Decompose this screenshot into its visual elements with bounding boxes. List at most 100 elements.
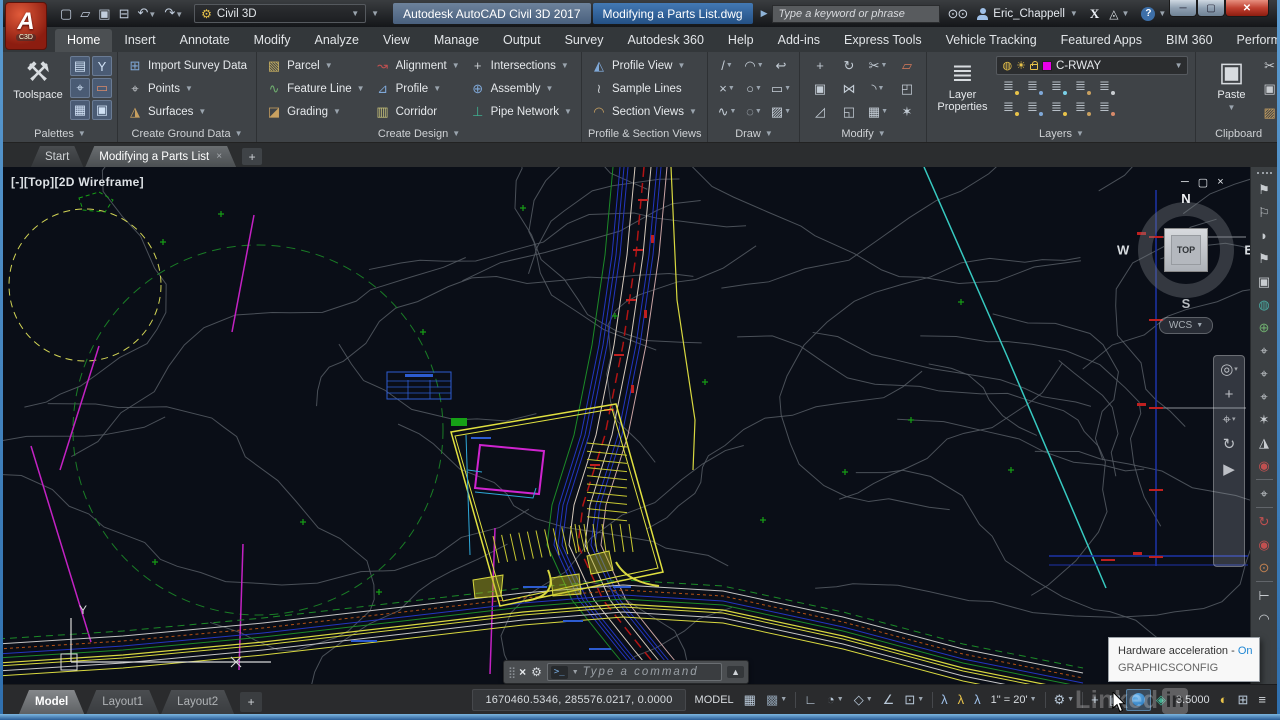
markup-icon[interactable]: ▣: [92, 100, 112, 120]
box3d-icon[interactable]: ◰: [892, 77, 921, 100]
marker-red-icon[interactable]: ◉: [1258, 533, 1269, 556]
workspace-dropdown[interactable]: ⚙ Civil 3D ▼: [194, 4, 367, 23]
geolocation-globe-icon[interactable]: ⊕: [1259, 316, 1270, 339]
ellipse-icon[interactable]: ◌ ▼: [740, 100, 767, 123]
ribbon-tab-vehicle-tracking[interactable]: Vehicle Tracking: [934, 29, 1049, 52]
viewcube-north[interactable]: N: [1181, 191, 1190, 206]
undo-icon-chevron[interactable]: ▼: [148, 10, 156, 19]
draw-panel-label[interactable]: Draw ▼: [708, 125, 799, 142]
layer-thaw-icon[interactable]: ≣: [1044, 96, 1068, 117]
rectangle-icon[interactable]: ▭ ▼: [767, 77, 794, 100]
revision-cloud-icon[interactable]: ↩: [767, 54, 794, 77]
annotation-scale-value[interactable]: 1" = 20' ▼: [986, 689, 1042, 711]
polar-tracking-icon[interactable]: ◔ ▼: [822, 689, 849, 711]
hardware-acceleration-icon[interactable]: [1125, 688, 1151, 711]
drawing-close-button[interactable]: ×: [1217, 176, 1223, 189]
ribbon-tab-view[interactable]: View: [371, 29, 422, 52]
sheet-set-manager-icon[interactable]: ▦: [70, 100, 90, 120]
ribbon-item-profile[interactable]: ⊿ Profile ▼: [371, 77, 464, 100]
app-store-icon[interactable]: ◬: [1109, 7, 1118, 21]
cut-icon[interactable]: ✂: [1263, 54, 1275, 77]
annotation-visibility-icon[interactable]: λ: [936, 689, 953, 711]
layer-unlock-icon[interactable]: ≣: [1068, 96, 1092, 117]
ribbon-item-parcel[interactable]: ▧ Parcel ▼: [262, 54, 369, 77]
signin-user[interactable]: Eric_Chappell: [993, 8, 1065, 20]
ribbon-tab-manage[interactable]: Manage: [422, 29, 491, 52]
status-numeric-value[interactable]: 3.5000: [1171, 689, 1215, 711]
ribbon-item-feature-line[interactable]: ∿ Feature Line ▼: [262, 77, 369, 100]
isometric-drafting-icon[interactable]: ◇ ▼: [849, 689, 878, 711]
layer-dropdown[interactable]: ◍ ☀ C-RWAY ▼: [996, 56, 1189, 75]
help-chevron-icon[interactable]: ▼: [1158, 9, 1166, 18]
viewcube-west[interactable]: W: [1117, 243, 1129, 258]
command-customize-icon[interactable]: ⚙: [531, 665, 542, 679]
workspace-switching-icon[interactable]: ⚙ ▼: [1049, 689, 1080, 711]
palettes-panel-label[interactable]: Palettes ▼: [3, 125, 117, 142]
tool-palettes-icon[interactable]: Υ: [92, 56, 112, 76]
erase-icon[interactable]: ▱: [892, 54, 921, 77]
flag-tool-icon[interactable]: ⚑: [1258, 247, 1270, 270]
curve-tool-icon[interactable]: ◠: [1258, 607, 1269, 630]
mirror-icon[interactable]: ⋈: [834, 77, 863, 100]
qat-customize-icon[interactable]: ▼: [371, 9, 379, 18]
redo-icon-chevron[interactable]: ▼: [175, 10, 183, 19]
ribbon-tab-performance[interactable]: Performance: [1225, 29, 1280, 52]
annotation-scale-icon[interactable]: λ: [969, 689, 986, 711]
ribbon-item-surfaces[interactable]: ◮ Surfaces ▼: [123, 100, 251, 123]
plot-icon[interactable]: ⊟: [118, 5, 131, 23]
hatch-icon[interactable]: ▨ ▼: [767, 100, 794, 123]
pan-icon[interactable]: +: [1225, 387, 1234, 403]
marker-orange-icon[interactable]: ⊙: [1259, 556, 1270, 579]
zoom-icon[interactable]: ⌖ ▾: [1223, 412, 1236, 428]
ribbon-tab-bim-360[interactable]: BIM 360: [1154, 29, 1225, 52]
isolate-objects-icon[interactable]: ▣: [1104, 689, 1126, 711]
coordinates-readout[interactable]: 1670460.5346, 285576.0217, 0.0000: [472, 688, 686, 711]
array-icon[interactable]: ▦ ▼: [863, 100, 892, 123]
publish-tool-icon[interactable]: ◍: [1258, 293, 1269, 316]
grid-display-icon[interactable]: ▦: [739, 689, 761, 711]
qnew-icon[interactable]: ▢: [59, 5, 73, 23]
points-cursor-icon[interactable]: ⌖: [1260, 482, 1267, 505]
ribbon-tab-autodesk-360[interactable]: Autodesk 360: [615, 29, 715, 52]
ribbon-item-section-views[interactable]: ◠ Section Views ▼: [587, 100, 701, 123]
command-grip-icon[interactable]: ⣿: [508, 666, 516, 679]
ribbon-item-import-survey-data[interactable]: ⊞ Import Survey Data: [123, 54, 251, 77]
paste-special-icon[interactable]: ▣: [1258, 270, 1270, 293]
flag-outline-icon[interactable]: ⚐: [1258, 201, 1270, 224]
layers-panel-label[interactable]: Layers ▼: [927, 125, 1195, 142]
ribbon-item-pipe-network[interactable]: ⊥ Pipe Network ▼: [466, 100, 576, 123]
ribbon-item-intersections[interactable]: + Intersections ▼: [466, 54, 576, 77]
stretch-icon[interactable]: ◿: [805, 100, 834, 123]
customization-menu-icon[interactable]: ≡: [1253, 689, 1271, 711]
match-properties-icon[interactable]: ▨: [1263, 102, 1275, 125]
ribbon-item-profile-view[interactable]: ◭ Profile View ▼: [587, 54, 701, 77]
ribbon-tab-home[interactable]: Home: [55, 29, 113, 52]
layout-tab-layout1[interactable]: Layout1: [86, 690, 159, 714]
ribbon-item-sample-lines[interactable]: ≀ Sample Lines: [587, 77, 701, 100]
arc-icon[interactable]: ◠ ▼: [740, 54, 767, 77]
explode-icon[interactable]: ✶: [892, 100, 921, 123]
construction-line-icon[interactable]: × ▼: [713, 77, 740, 100]
copy-icon[interactable]: ▣: [805, 77, 834, 100]
maximize-button[interactable]: ▢: [1197, 0, 1225, 17]
infocenter-expand-icon[interactable]: ▶: [761, 8, 768, 19]
station-marker-icon[interactable]: ◉: [1258, 454, 1269, 477]
close-button[interactable]: ✕: [1225, 0, 1269, 17]
ribbon-tab-add-ins[interactable]: Add-ins: [766, 29, 832, 52]
layer-walk-icon[interactable]: ≣: [1092, 96, 1116, 117]
command-input[interactable]: >_ ▼ Type a command: [546, 663, 723, 681]
isolate-toggle-icon[interactable]: ◐: [1215, 689, 1233, 711]
open-icon[interactable]: ▱: [79, 5, 91, 23]
create-ground-data-panel-label[interactable]: Create Ground Data ▼: [118, 125, 256, 142]
app-store-chevron-icon[interactable]: ▼: [1121, 9, 1129, 18]
line-icon[interactable]: / ▼: [713, 54, 740, 77]
ribbon-item-alignment[interactable]: ↝ Alignment ▼: [371, 54, 464, 77]
survey-flag-icon[interactable]: ⚑: [1258, 178, 1270, 201]
toolspace-button[interactable]: ⚒ Toolspace: [8, 54, 68, 125]
survey-toolspace-icon[interactable]: ⌖: [70, 78, 90, 98]
viewcube[interactable]: TOP N S W E: [1117, 191, 1253, 311]
point-select-icon[interactable]: ⌖: [1260, 385, 1267, 408]
layer-isolate-icon[interactable]: ≣: [1020, 75, 1044, 96]
viewport-controls[interactable]: [-][Top][2D Wireframe]: [11, 175, 144, 189]
toolbar-grip[interactable]: [1256, 172, 1272, 174]
